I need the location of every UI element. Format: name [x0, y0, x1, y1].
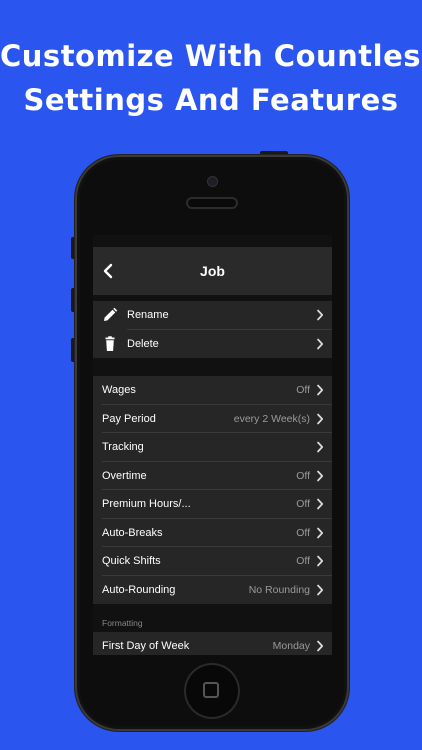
tracking-row[interactable]: Tracking — [93, 433, 332, 462]
auto-rounding-row[interactable]: Auto-Rounding No Rounding — [93, 576, 332, 605]
quick-shifts-label: Quick Shifts — [102, 555, 161, 568]
pay-period-label: Pay Period — [102, 412, 156, 425]
earpiece-speaker — [188, 199, 236, 207]
front-camera — [208, 177, 217, 186]
chevron-right-icon — [317, 498, 324, 510]
job-settings-group: Wages Off Pay Period every 2 Week(s) Tra… — [93, 376, 332, 604]
auto-breaks-row[interactable]: Auto-Breaks Off — [93, 519, 332, 547]
headline-line-2: Settings And Features — [23, 83, 399, 117]
trash-icon — [105, 336, 115, 351]
chevron-right-icon — [317, 413, 324, 425]
chevron-right-icon — [317, 640, 324, 652]
phone-screen: Job Rename Delete Wages Off Pay Period e… — [93, 235, 332, 655]
premium-hours-row[interactable]: Premium Hours/... Off — [93, 490, 332, 519]
chevron-right-icon — [317, 384, 324, 396]
auto-breaks-value: Off — [296, 526, 310, 539]
premium-hours-value: Off — [296, 498, 310, 511]
quick-shifts-row[interactable]: Quick Shifts Off — [93, 547, 332, 576]
chevron-right-icon — [317, 338, 324, 350]
home-button — [186, 665, 238, 717]
first-day-of-week-row[interactable]: First Day of Week Monday — [93, 632, 332, 655]
chevron-right-icon — [317, 441, 324, 453]
delete-label: Delete — [127, 337, 159, 350]
wages-label: Wages — [102, 384, 136, 397]
formatting-group: First Day of Week Monday — [93, 632, 332, 655]
rename-row[interactable]: Rename — [93, 301, 332, 330]
navigation-bar: Job — [93, 247, 332, 295]
chevron-right-icon — [317, 470, 324, 482]
pay-period-row[interactable]: Pay Period every 2 Week(s) — [93, 405, 332, 433]
auto-rounding-label: Auto-Rounding — [102, 583, 176, 596]
wages-value: Off — [296, 384, 310, 397]
overtime-label: Overtime — [102, 469, 147, 482]
job-actions-group: Rename Delete — [93, 301, 332, 358]
headline-line-1: Customize With Countless — [0, 39, 422, 73]
rename-label: Rename — [127, 309, 169, 322]
pencil-icon — [104, 308, 118, 322]
chevron-right-icon — [317, 555, 324, 567]
quick-shifts-value: Off — [296, 555, 310, 568]
chevron-right-icon — [317, 527, 324, 539]
first-day-of-week-value: Monday — [272, 640, 310, 653]
chevron-right-icon — [317, 309, 324, 321]
headline: Customize With Countless Settings And Fe… — [0, 34, 422, 122]
wages-row[interactable]: Wages Off — [93, 376, 332, 405]
auto-breaks-label: Auto-Breaks — [102, 526, 163, 539]
tracking-label: Tracking — [102, 441, 144, 454]
auto-rounding-value: No Rounding — [248, 583, 310, 596]
formatting-section-header: Formatting — [102, 618, 143, 628]
overtime-row[interactable]: Overtime Off — [93, 462, 332, 490]
delete-row[interactable]: Delete — [93, 330, 332, 359]
pay-period-value: every 2 Week(s) — [233, 412, 310, 425]
first-day-of-week-label: First Day of Week — [102, 640, 190, 653]
overtime-value: Off — [296, 469, 310, 482]
page-title: Job — [200, 263, 225, 279]
premium-hours-label: Premium Hours/... — [102, 498, 191, 511]
chevron-right-icon — [317, 584, 324, 596]
